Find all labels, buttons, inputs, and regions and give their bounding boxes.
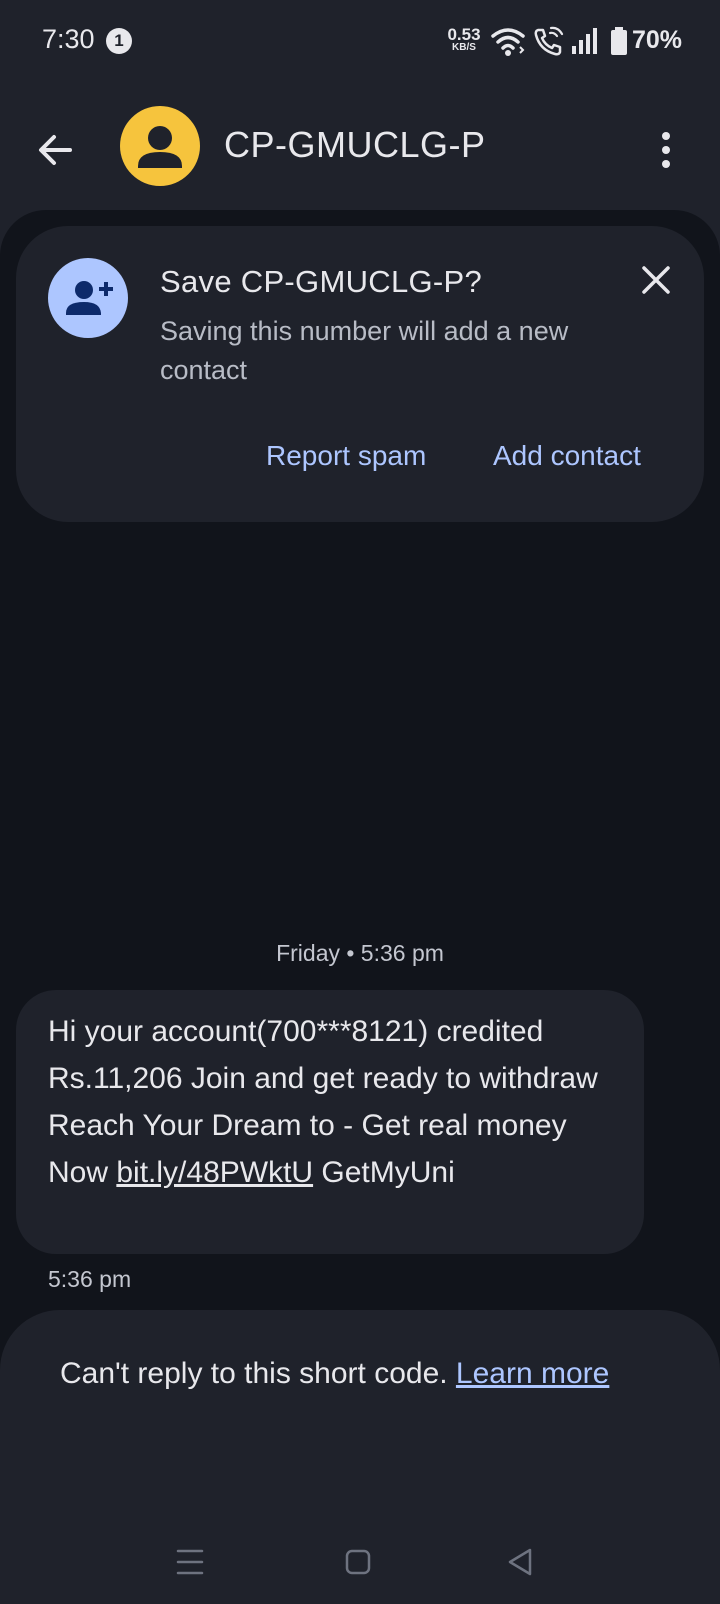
add-person-icon [48, 258, 128, 338]
app-bar: CP-GMUCLG-P [0, 84, 720, 212]
message-bubble[interactable]: Hi your account(700***8121) credited Rs.… [16, 990, 644, 1254]
network-speed-value: 0.53 [447, 25, 481, 44]
network-speed-unit: KB/S [452, 42, 476, 53]
conversation-area: Save CP-GMUCLG-P? Saving this number wil… [0, 210, 720, 1604]
save-contact-card: Save CP-GMUCLG-P? Saving this number wil… [16, 226, 704, 522]
person-icon [138, 126, 182, 168]
signal-icon [572, 28, 597, 54]
back-nav-icon[interactable] [490, 1532, 550, 1592]
report-spam-button[interactable]: Report spam [266, 440, 426, 472]
battery-icon [611, 27, 627, 55]
battery-percentage: 70% [632, 26, 683, 54]
message-text: Hi your account(700***8121) credited Rs.… [48, 1008, 614, 1196]
notification-badge: 1 [106, 28, 132, 54]
status-bar: 7:30 1 0.53 KB/S 70% [0, 0, 720, 84]
network-speed: 0.53 KB/S [444, 26, 484, 53]
home-icon[interactable] [328, 1532, 388, 1592]
back-arrow-icon[interactable] [30, 124, 82, 176]
save-card-description: Saving this number will add a new contac… [160, 316, 569, 385]
contact-avatar[interactable] [120, 106, 200, 186]
close-icon[interactable] [636, 260, 676, 300]
navigation-bar [0, 1520, 720, 1604]
learn-more-link[interactable]: Learn more [456, 1357, 609, 1390]
save-card-title: Save CP-GMUCLG-P? [160, 264, 483, 299]
status-time: 7:30 [42, 24, 95, 54]
wifi-calling-icon [534, 26, 564, 56]
short-code-notice: Can't reply to this short code. Learn mo… [60, 1350, 660, 1398]
conversation-title: CP-GMUCLG-P [224, 124, 486, 165]
more-options-icon[interactable] [648, 124, 684, 176]
date-separator: Friday • 5:36 pm [276, 940, 444, 966]
short-code-notice-text: Can't reply to this short code. [60, 1357, 456, 1390]
wifi-icon [491, 28, 525, 56]
message-text-end: GetMyUni [313, 1156, 455, 1189]
message-link[interactable]: bit.ly/48PWktU [116, 1156, 313, 1189]
add-contact-button[interactable]: Add contact [493, 440, 641, 472]
messages-screen: 7:30 1 0.53 KB/S 70% CP-GMUCLG-P Save CP… [0, 0, 720, 1604]
recent-apps-icon[interactable] [160, 1532, 220, 1592]
message-timestamp: 5:36 pm [48, 1266, 132, 1292]
